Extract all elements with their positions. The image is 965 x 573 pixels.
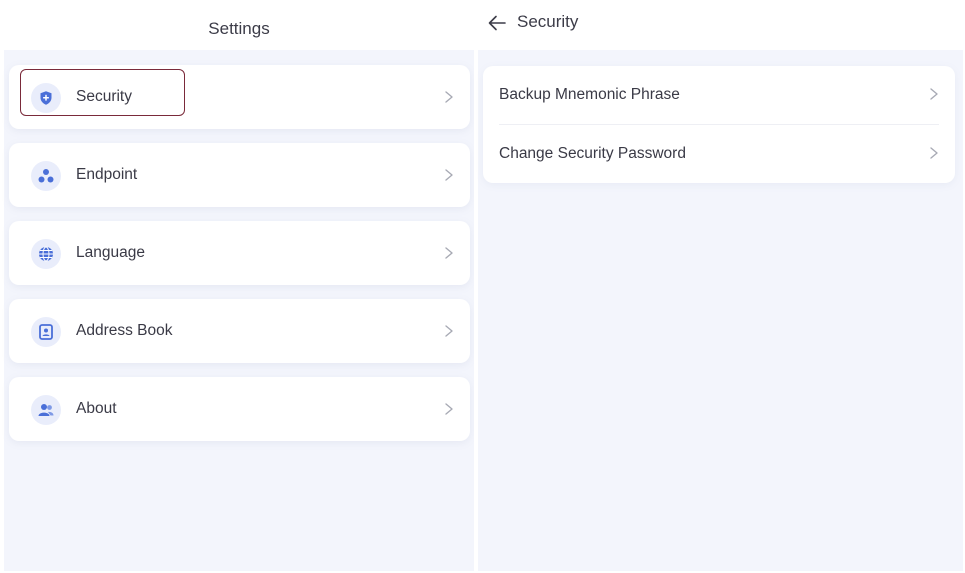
menu-item-address-book[interactable]: Address Book xyxy=(9,299,470,363)
section-title: Security xyxy=(517,12,579,31)
back-arrow-icon[interactable] xyxy=(486,12,508,34)
security-header: Security xyxy=(478,0,965,50)
settings-menu: Security Endpoint Language Address Book … xyxy=(4,50,474,571)
globe-icon xyxy=(31,239,61,269)
contact-book-icon xyxy=(31,317,61,347)
chevron-right-icon xyxy=(445,325,453,337)
menu-item-language[interactable]: Language xyxy=(9,221,470,285)
security-panel: Backup Mnemonic Phrase Change Security P… xyxy=(478,50,963,571)
nodes-icon xyxy=(31,161,61,191)
chevron-right-icon xyxy=(445,403,453,415)
chevron-right-icon xyxy=(445,169,453,181)
settings-header: Settings xyxy=(4,0,474,50)
change-security-password-item[interactable]: Change Security Password xyxy=(483,125,955,183)
menu-item-security[interactable]: Security xyxy=(9,65,470,129)
security-options-card: Backup Mnemonic Phrase Change Security P… xyxy=(483,66,955,183)
menu-item-endpoint[interactable]: Endpoint xyxy=(9,143,470,207)
chevron-right-icon xyxy=(930,147,938,159)
backup-mnemonic-phrase-item[interactable]: Backup Mnemonic Phrase xyxy=(483,66,955,124)
menu-item-label: Language xyxy=(76,244,145,261)
settings-window: Settings Security Endpoint Language Addr… xyxy=(0,0,965,573)
menu-item-label: Endpoint xyxy=(76,166,138,183)
item-label: Backup Mnemonic Phrase xyxy=(499,86,680,103)
chevron-right-icon xyxy=(445,247,453,259)
shield-icon xyxy=(31,83,61,113)
menu-item-about[interactable]: About xyxy=(9,377,470,441)
menu-item-label: Address Book xyxy=(76,322,173,339)
page-title: Settings xyxy=(208,19,270,38)
item-label: Change Security Password xyxy=(499,145,686,162)
chevron-right-icon xyxy=(445,91,453,103)
menu-item-label: About xyxy=(76,400,117,417)
chevron-right-icon xyxy=(930,88,938,100)
menu-item-label: Security xyxy=(76,88,132,105)
users-icon xyxy=(31,395,61,425)
